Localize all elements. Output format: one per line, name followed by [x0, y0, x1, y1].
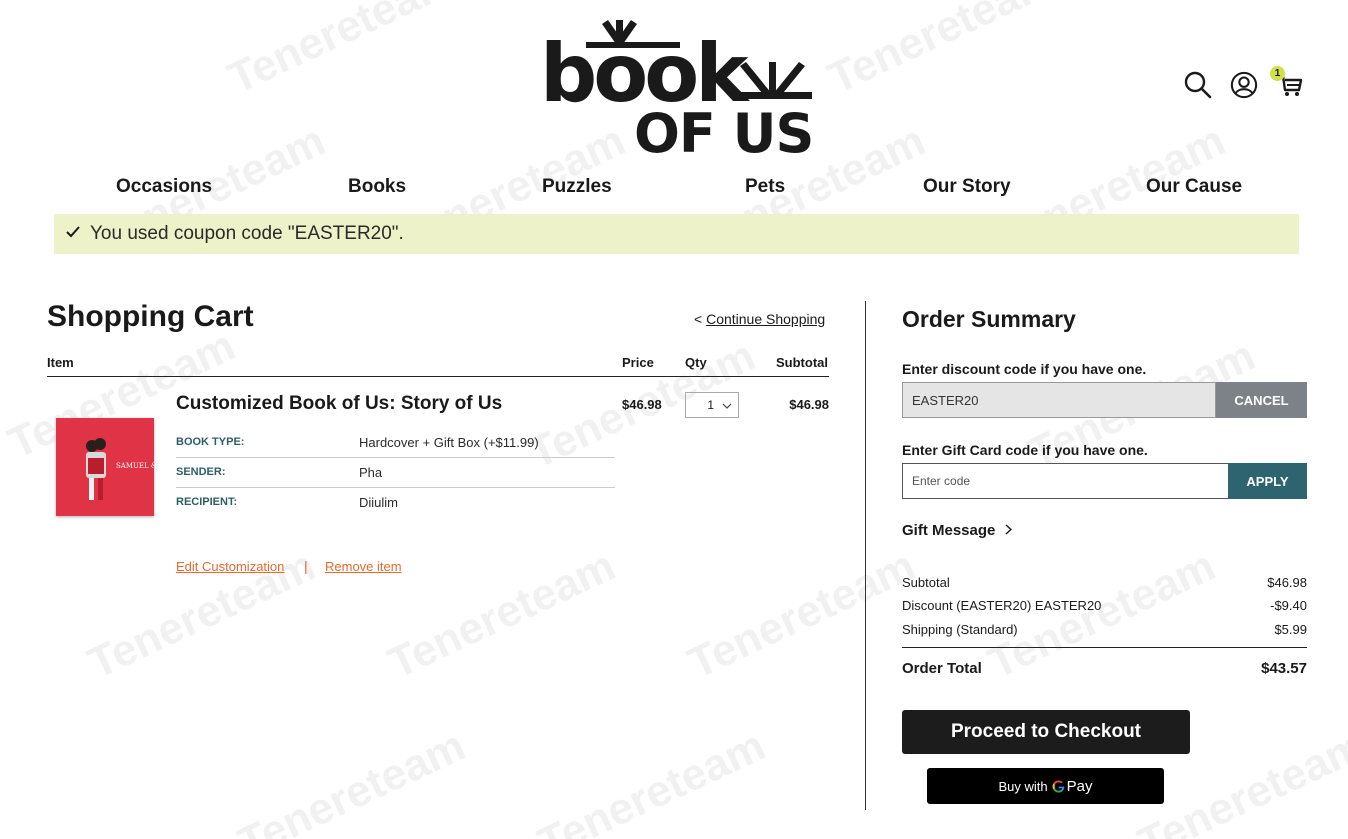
cart-icon[interactable]: 1 — [1270, 66, 1304, 100]
item-price: $46.98 — [622, 397, 662, 412]
watermark: Tenereteam — [230, 720, 473, 839]
gift-message-label: Gift Message — [902, 522, 996, 539]
summary-row-shipping: Shipping (Standard) $5.99 — [902, 622, 1307, 637]
total-divider — [902, 647, 1307, 648]
order-total-row: Order Total $43.57 — [902, 660, 1307, 677]
proceed-to-checkout-button[interactable]: Proceed to Checkout — [902, 710, 1190, 754]
cancel-discount-button[interactable]: CANCEL — [1216, 382, 1307, 418]
continue-prefix: < — [694, 311, 703, 327]
summary-title: Order Summary — [902, 306, 1076, 332]
gift-card-label: Enter Gift Card code if you have one. — [902, 442, 1148, 458]
col-header-qty: Qty — [685, 355, 707, 370]
watermark: Tenereteam — [820, 0, 1063, 104]
google-pay-button[interactable]: Buy with Pay — [927, 768, 1164, 804]
nav-occasions[interactable]: Occasions — [116, 176, 212, 198]
summary-value: $5.99 — [1274, 622, 1307, 637]
nav-our-cause[interactable]: Our Cause — [1146, 176, 1242, 198]
edit-customization-link[interactable]: Edit Customization — [176, 559, 284, 574]
gpay-label: Pay — [1066, 777, 1093, 795]
cover-title: SAMUEL & ESME — [116, 462, 154, 470]
item-subtotal: $46.98 — [789, 397, 829, 412]
brand-logo[interactable]: book OF US — [540, 18, 815, 156]
watermark: Tenereteam — [380, 540, 623, 689]
cart-count-badge: 1 — [1270, 66, 1285, 81]
product-name: Customized Book of Us: Story of Us — [176, 393, 503, 414]
option-key: RECIPIENT: — [176, 496, 238, 508]
col-header-subtotal: Subtotal — [776, 355, 828, 370]
summary-value: $46.98 — [1267, 575, 1307, 590]
quantity-value: 1 — [707, 398, 714, 412]
option-value: Hardcover + Gift Box (+$11.99) — [359, 434, 539, 450]
logo-text-of-us: OF US — [634, 102, 813, 156]
watermark: Tenereteam — [680, 540, 923, 689]
remove-item-link[interactable]: Remove item — [325, 559, 402, 574]
chevron-right-icon — [1005, 522, 1013, 539]
chevron-down-icon — [722, 398, 732, 412]
discount-label: Enter discount code if you have one. — [902, 361, 1147, 377]
search-icon[interactable] — [1184, 70, 1212, 100]
summary-label: Discount (EASTER20) EASTER20 — [902, 598, 1102, 613]
google-pay-logo: Pay — [1052, 778, 1093, 795]
action-separator: | — [304, 558, 308, 574]
summary-row-discount: Discount (EASTER20) EASTER20 -$9.40 — [902, 598, 1307, 613]
main-nav: Occasions Books Puzzles Pets Our Story O… — [0, 176, 1348, 202]
product-thumbnail[interactable]: SAMUEL & ESME — [56, 418, 182, 516]
notice-message: You used coupon code "EASTER20". — [90, 223, 404, 244]
header-divider — [47, 376, 829, 377]
summary-label: Shipping (Standard) — [902, 622, 1018, 637]
gpay-prefix: Buy with — [998, 778, 1048, 794]
nav-pets[interactable]: Pets — [745, 176, 785, 198]
watermark: Tenereteam — [220, 0, 463, 104]
nav-our-story[interactable]: Our Story — [923, 176, 1011, 198]
summary-row-subtotal: Subtotal $46.98 — [902, 575, 1307, 590]
option-book-type: BOOK TYPE: Hardcover + Gift Box (+$11.99… — [176, 427, 615, 457]
col-header-price: Price — [622, 355, 654, 370]
col-header-item: Item — [47, 355, 74, 370]
nav-puzzles[interactable]: Puzzles — [542, 176, 612, 198]
option-key: SENDER: — [176, 466, 226, 478]
gift-card-input[interactable] — [902, 463, 1229, 499]
column-divider — [865, 301, 866, 810]
continue-shopping-link[interactable]: Continue Shopping — [706, 311, 825, 327]
continue-shopping: < Continue Shopping — [694, 311, 825, 327]
check-icon — [66, 225, 90, 243]
order-total-label: Order Total — [902, 660, 982, 677]
discount-code-field[interactable]: EASTER20 — [902, 382, 1216, 418]
order-total-value: $43.57 — [1261, 660, 1307, 677]
google-g-icon — [1052, 780, 1064, 792]
option-recipient: RECIPIENT: Diiulim — [176, 487, 615, 517]
option-key: BOOK TYPE: — [176, 436, 245, 448]
nav-books[interactable]: Books — [348, 176, 406, 198]
watermark: Tenereteam — [530, 720, 773, 839]
account-icon[interactable] — [1230, 70, 1258, 100]
apply-gift-card-button[interactable]: APPLY — [1228, 463, 1307, 499]
option-sender: SENDER: Pha — [176, 457, 615, 487]
summary-value: -$9.40 — [1270, 598, 1307, 613]
option-value: Pha — [359, 464, 383, 480]
quantity-select[interactable]: 1 — [685, 392, 739, 418]
page-title: Shopping Cart — [47, 300, 254, 333]
option-value: Diiulim — [359, 494, 398, 510]
coupon-notice: You used coupon code "EASTER20". — [54, 214, 1299, 254]
summary-label: Subtotal — [902, 575, 950, 590]
gift-message-toggle[interactable]: Gift Message — [902, 522, 1013, 539]
header-actions: 1 — [1184, 66, 1304, 100]
